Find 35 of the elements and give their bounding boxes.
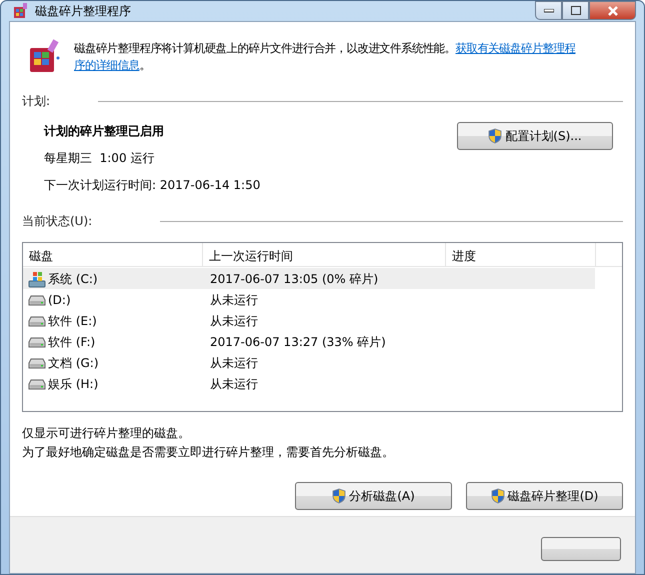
- last-run-text: 从未运行: [209, 292, 259, 308]
- last-run-text: 从未运行: [209, 354, 259, 372]
- configure-schedule-button[interactable]: 配置计划(S)...: [457, 122, 613, 150]
- last-run-text: 从未运行: [209, 376, 259, 392]
- help-link[interactable]: 获取有关磁盘碎片整理程: [456, 41, 576, 55]
- intro-text: 磁盘碎片整理程序将计算机硬盘上的碎片文件进行合并，以改进文件系统性能。获取有关磁盘碎片整理程 序的详细信息。: [74, 40, 576, 74]
- help-link[interactable]: 序的详细信息: [74, 58, 140, 72]
- schedule-frequency: 每星期三 1:00 运行: [44, 150, 156, 167]
- note-text: 仅显示可进行碎片整理的磁盘。: [22, 425, 191, 442]
- column-header[interactable]: 磁盘: [23, 243, 203, 266]
- disk-row[interactable]: 软件 (F:) 2017-06-07 13:27 (33% 碎片): [23, 331, 595, 352]
- disk-row[interactable]: 娱乐 (H:) 从未运行: [23, 373, 595, 394]
- last-run-text: 2017-06-07 13:05 (0% 碎片): [209, 270, 380, 288]
- last-run-text: 从未运行: [209, 312, 259, 330]
- next-run-text: 下一次计划运行时间: 2017-06-14 1:50: [44, 177, 260, 194]
- disk-name: 系统 (C:): [48, 270, 98, 288]
- analyze-disk-button[interactable]: 分析磁盘(A): [295, 482, 452, 510]
- note-text: 为了最好地确定磁盘是否需要立即进行碎片整理，需要首先分析磁盘。: [22, 444, 395, 461]
- window-title: 磁盘碎片整理程序: [35, 3, 131, 20]
- disk-row[interactable]: 文档 (G:) 从未运行: [23, 352, 595, 373]
- disk-name: 文档 (G:): [48, 354, 99, 372]
- disk-name: 娱乐 (H:): [48, 376, 98, 392]
- column-header[interactable]: 上一次运行时间: [203, 243, 446, 266]
- section-heading: 当前状态(U):: [22, 213, 92, 230]
- section-heading: 计划:: [22, 93, 50, 110]
- disk-row[interactable]: (D:) 从未运行: [23, 289, 595, 310]
- disk-name: 软件 (E:): [48, 312, 97, 330]
- disk-row[interactable]: 系统 (C:) 2017-06-07 13:05 (0% 碎片): [23, 268, 595, 289]
- schedule-status: 计划的碎片整理已启用: [44, 123, 165, 140]
- disk-name: (D:): [48, 292, 71, 308]
- last-run-text: 2017-06-07 13:27 (33% 碎片): [209, 334, 387, 350]
- defragment-button[interactable]: 磁盘碎片整理(D): [466, 482, 623, 510]
- disk-row[interactable]: 软件 (E:) 从未运行: [23, 310, 595, 331]
- column-header[interactable]: 进度: [446, 243, 596, 266]
- disk-name: 软件 (F:): [48, 334, 96, 350]
